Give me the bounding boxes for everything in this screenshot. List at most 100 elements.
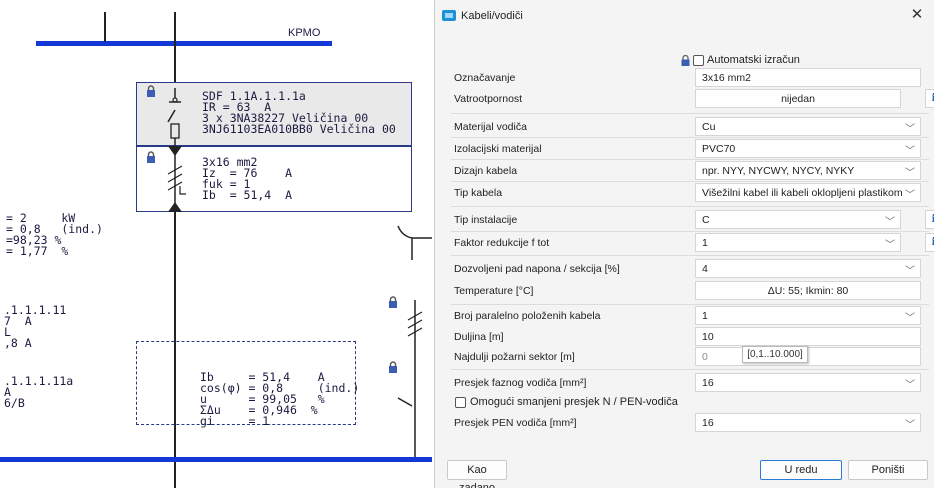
reduction-factor-select[interactable]: 1 ﹀ [695,233,901,252]
info-icon[interactable]: i [925,210,934,229]
load-data-block: = 2 kW = 0,8 (ind.) =98,23 % = 1,77 % [6,212,103,258]
dialog-title: Kabeli/vodiči [461,10,523,22]
chevron-down-icon: ﹀ [905,146,915,157]
temperature-button[interactable]: ΔU: 55; Ikmin: 80 [695,281,921,300]
separator [451,206,929,207]
lock-icon [389,361,397,373]
field-label: Tip kabela [454,187,503,199]
schematic-canvas[interactable]: KPMO SDF 1.1A.1.1.1a IR = 63 A 3 x 3NA38… [0,0,432,488]
row-dizajn: Dizajn kabela npr. NYY, NYCWY, NYCY, NYK… [451,161,929,181]
close-icon: ✕ [910,6,924,23]
row-vatrootpornost: Vatrootpornost nijedan i [451,89,934,109]
field-label: Faktor redukcije f tot [454,237,550,249]
row-duljina: Duljina [m] 10 [451,327,929,347]
breaker-line: 3NJ61103EA010BB0 Veličina 00 [202,122,396,136]
info-icon[interactable]: i [925,233,934,252]
field-label: Dizajn kabela [454,165,518,177]
phase-cross-section-select[interactable]: 16 ﹀ [695,373,921,392]
breaker-symbol[interactable] [160,88,190,148]
top-busbar[interactable] [36,41,332,46]
cable-line: Ib = 51,4 A [202,188,293,202]
lock-icon [147,85,155,97]
default-button[interactable]: Kao zadano [447,460,507,488]
select-value: PVC70 [702,143,736,155]
row-broj-paralelno: Broj paralelno položenih kabela 1 ﹀ [451,306,929,326]
close-button[interactable]: ✕ [908,6,926,24]
field-label: Materijal vodiča [454,121,527,133]
cable-design-select[interactable]: npr. NYY, NYCWY, NYCY, NYKY ﹀ [695,161,921,180]
chevron-down-icon: ﹀ [905,420,915,431]
fire-resistance-button[interactable]: nijedan [695,89,901,108]
load-line: = 1,77 % [6,244,69,258]
chevron-down-icon: ﹀ [905,124,915,135]
cable-type-select[interactable]: Višežilni kabel ili kabeli oklopljeni pl… [695,183,921,202]
row-temperature: Temperature [°C] ΔU: 55; Ikmin: 80 [451,281,929,301]
separator [451,181,929,182]
chevron-down-icon: ﹀ [885,240,895,251]
feeder-line-top [104,12,106,42]
row-faktor: Faktor redukcije f tot 1 ﹀ i [451,233,934,253]
row-pad-napona: Dozvoljeni pad napona / sekcija [%] 4 ﹀ [451,259,929,279]
select-value: 1 [702,310,708,322]
lock-icon [389,296,397,308]
result-line: gi = 1 [200,414,270,428]
pen-cross-section-select[interactable]: 16 ﹀ [695,413,921,432]
lock-icon [147,151,155,163]
row-presjek-fazni: Presjek faznog vodiča [mm²] 16 ﹀ [451,373,929,393]
chevron-down-icon: ﹀ [905,266,915,277]
branch-line: 6/B [4,396,25,410]
cable-dialog: Kabeli/vodiči ✕ Automatski izračun Označ… [434,0,934,488]
chevron-down-icon: ﹀ [905,190,915,201]
select-value: 16 [702,417,714,429]
separator [451,369,929,370]
row-izolacija: Izolacijski materijal PVC70 ﹀ [451,139,929,159]
cable-symbol[interactable] [160,146,190,212]
row-materijal: Materijal vodiča Cu ﹀ [451,117,929,137]
branch-line: .1.1.1.11a [4,374,74,388]
field-label: Vatrootpornost [454,93,523,105]
separator [451,304,929,305]
field-label: Duljina [m] [454,331,504,343]
bottom-busbar[interactable] [0,457,432,462]
select-value: 16 [702,377,714,389]
field-label: Temperature [°C] [454,285,534,297]
separator [451,137,929,138]
select-value: Višežilni kabel ili kabeli oklopljeni pl… [702,187,903,199]
cable-text: 3x16 mm2 Iz = 76 A fuk = 1 Ib = 51,4 A [202,156,293,202]
select-value: 4 [702,263,708,275]
auto-calc-label: Automatski izračun [707,54,800,66]
range-tooltip: [0,1..10.000] [742,346,808,363]
ok-button[interactable]: U redu [760,460,842,480]
result-text: Ib = 51,4 A cos(φ) = 0,8 (ind.) u = 99,0… [200,371,359,428]
separator [451,231,929,232]
select-value: npr. NYY, NYCWY, NYCY, NYKY [702,165,855,177]
reduced-section-checkbox[interactable] [455,396,466,408]
cancel-button[interactable]: Poništi [848,460,928,480]
row-tip-instalacije: Tip instalacije C ﹀ i [451,210,934,230]
insulation-material-select[interactable]: PVC70 ﹀ [695,139,921,158]
row-oznacavanje: Označavanje 3x16 mm2 [451,68,929,88]
auto-calc-row: Automatski izračun [681,53,800,67]
chevron-down-icon: ﹀ [905,313,915,324]
auto-calc-checkbox[interactable] [693,54,704,66]
lock-icon [681,54,690,66]
voltage-drop-select[interactable]: 4 ﹀ [695,259,921,278]
dialog-titlebar[interactable]: Kabeli/vodiči ✕ [435,0,934,32]
field-label: Dozvoljeni pad napona / sekcija [%] [454,263,620,275]
branch-line: ,8 A [4,336,32,350]
branch-data-block-2: .1.1.1.11a A 6/B [4,374,74,410]
select-value: C [702,214,710,226]
installation-type-select[interactable]: C ﹀ [695,210,901,229]
conductor-material-select[interactable]: Cu ﹀ [695,117,921,136]
parallel-cables-select[interactable]: 1 ﹀ [695,306,921,325]
branch-line: 7 A [4,314,32,328]
breaker-text: SDF 1.1A.1.1.1a IR = 63 A 3 x 3NA38227 V… [202,90,396,136]
busbar-label: KPMO [288,27,321,39]
row-pozarni-sektor: Najdulji požarni sektor [m] 0 [451,347,929,367]
fire-sector-input[interactable]: 0 [695,347,921,366]
designation-input[interactable]: 3x16 mm2 [695,68,921,87]
length-input[interactable]: 10 [695,327,921,346]
field-label: Označavanje [454,72,516,84]
reduced-section-label: Omogući smanjeni presjek N / PEN-vodiča [470,396,678,408]
info-icon[interactable]: i [925,89,934,108]
